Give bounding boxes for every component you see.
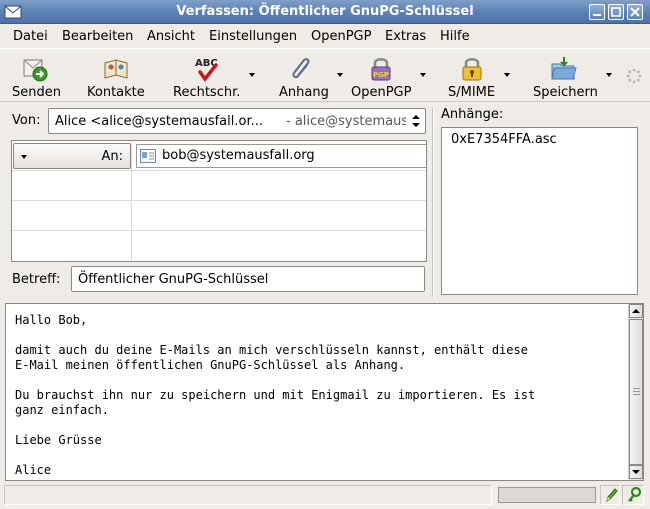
- send-button[interactable]: Senden: [8, 53, 64, 100]
- status-bar: [0, 483, 650, 509]
- address-book-icon: [104, 59, 128, 79]
- scroll-up-arrow-icon: [632, 309, 640, 313]
- attach-dropdown-arrow[interactable]: [337, 73, 343, 77]
- openpgp-label: OpenPGP: [351, 85, 412, 100]
- menu-bearbeiten[interactable]: Bearbeiten: [62, 29, 133, 44]
- updown-arrows-icon: [412, 115, 420, 127]
- svg-text:PGP: PGP: [373, 71, 389, 79]
- attachments-label: Anhänge:: [441, 107, 504, 122]
- spellcheck-icon: ABC: [195, 58, 218, 82]
- toolbar: Senden Kontakte ABC Rechtschr. Anhang PG…: [0, 48, 650, 102]
- from-account-value: - alice@systemausfall.org: [286, 114, 406, 129]
- spelling-dropdown-arrow[interactable]: [249, 73, 255, 77]
- minimize-icon: [593, 14, 601, 16]
- openpgp-button[interactable]: PGP OpenPGP: [349, 53, 415, 100]
- menu-extras[interactable]: Extras: [385, 29, 426, 44]
- save-button[interactable]: Speichern: [530, 53, 600, 100]
- menu-hilfe[interactable]: Hilfe: [440, 29, 470, 44]
- smime-dropdown-arrow[interactable]: [504, 73, 510, 77]
- save-label: Speichern: [533, 85, 598, 100]
- message-body-editor[interactable]: Hallo Bob, damit auch du deine E-Mails a…: [5, 303, 644, 481]
- recipient-type-cell: [12, 201, 132, 231]
- maximize-icon: [611, 7, 621, 17]
- scroll-down-arrow-icon: [632, 470, 640, 474]
- contacts-button[interactable]: Kontakte: [84, 53, 150, 100]
- scroll-up-button[interactable]: [629, 304, 643, 318]
- contacts-label: Kontakte: [87, 85, 145, 100]
- subject-label: Betreff:: [12, 272, 61, 287]
- smime-button[interactable]: S/MIME: [446, 53, 498, 100]
- attach-label: Anhang: [279, 85, 329, 100]
- recipient-type-select[interactable]: An:: [13, 143, 131, 169]
- subject-input[interactable]: Öffentlicher GnuPG-Schlüssel: [71, 266, 425, 292]
- menu-openpgp[interactable]: OpenPGP: [311, 29, 371, 44]
- recipient-type-cell: [12, 231, 132, 261]
- subject-value: Öffentlicher GnuPG-Schlüssel: [78, 272, 269, 287]
- menu-einstellungen[interactable]: Einstellungen: [209, 29, 297, 44]
- recipient-address-input[interactable]: bob@systemausfall.org: [136, 144, 426, 168]
- save-folder-icon: [551, 57, 577, 80]
- pane-splitter[interactable]: [432, 107, 434, 297]
- close-icon: [630, 7, 640, 17]
- spelling-label: Rechtschr.: [173, 85, 241, 100]
- scroll-down-button[interactable]: [629, 465, 643, 479]
- from-identity-value: Alice <alice@systemausfall.or...: [55, 114, 263, 129]
- smime-label: S/MIME: [448, 85, 496, 100]
- activity-throbber-icon: [626, 68, 642, 84]
- window-title: Verfassen: Öffentlicher GnuPG-Schlüssel: [176, 4, 474, 19]
- recipient-row-empty[interactable]: [12, 231, 426, 261]
- recipient-row-empty[interactable]: [12, 201, 426, 231]
- menu-ansicht[interactable]: Ansicht: [147, 29, 195, 44]
- recipient-row: An: bob@systemausfall.org: [12, 141, 426, 171]
- key-encrypt-icon[interactable]: [626, 487, 642, 503]
- menu-bar: Datei Bearbeiten Ansicht Einstellungen O…: [0, 25, 650, 48]
- scroll-grip: [633, 388, 640, 389]
- from-identity-select[interactable]: Alice <alice@systemausfall.or... - alice…: [48, 108, 426, 134]
- attach-button[interactable]: Anhang: [276, 53, 332, 100]
- attachments-list[interactable]: 0xE7354FFA.asc: [441, 127, 638, 295]
- address-card-icon: [140, 149, 156, 163]
- scroll-grip: [633, 394, 640, 395]
- send-label: Senden: [12, 85, 61, 100]
- minimize-button[interactable]: [589, 4, 605, 20]
- save-dropdown-arrow[interactable]: [606, 73, 612, 77]
- recipient-address-value: bob@systemausfall.org: [162, 148, 315, 163]
- title-bar: Verfassen: Öffentlicher GnuPG-Schlüssel: [0, 0, 650, 24]
- dropdown-arrow-icon: [21, 155, 27, 159]
- pencil-sign-icon[interactable]: [603, 487, 619, 503]
- recipient-type-cell: [12, 171, 132, 201]
- recipients-list: An: bob@systemausfall.org: [11, 140, 427, 262]
- message-body-text[interactable]: Hallo Bob, damit auch du deine E-Mails a…: [15, 313, 625, 478]
- smime-lock-icon: [462, 58, 482, 81]
- menu-datei[interactable]: Datei: [13, 29, 48, 44]
- scroll-grip: [633, 391, 640, 392]
- progress-bar: [498, 487, 596, 503]
- openpgp-lock-icon: PGP: [371, 58, 391, 81]
- recipient-type-label: An:: [101, 149, 123, 164]
- paperclip-icon: [292, 58, 310, 79]
- body-scrollbar[interactable]: [628, 304, 643, 480]
- spelling-button[interactable]: ABC Rechtschr.: [170, 53, 244, 100]
- status-text-panel: [4, 485, 492, 505]
- recipient-row-empty[interactable]: [12, 171, 426, 201]
- openpgp-dropdown-arrow[interactable]: [420, 73, 426, 77]
- compose-window: Verfassen: Öffentlicher GnuPG-Schlüssel …: [0, 0, 650, 509]
- recipient-type-cell: An:: [12, 141, 132, 171]
- attachment-item[interactable]: 0xE7354FFA.asc: [451, 132, 557, 147]
- scroll-thumb[interactable]: [629, 319, 643, 465]
- close-button[interactable]: [627, 4, 643, 20]
- send-icon: [23, 59, 48, 82]
- maximize-button[interactable]: [608, 4, 624, 20]
- from-label: Von:: [12, 113, 41, 128]
